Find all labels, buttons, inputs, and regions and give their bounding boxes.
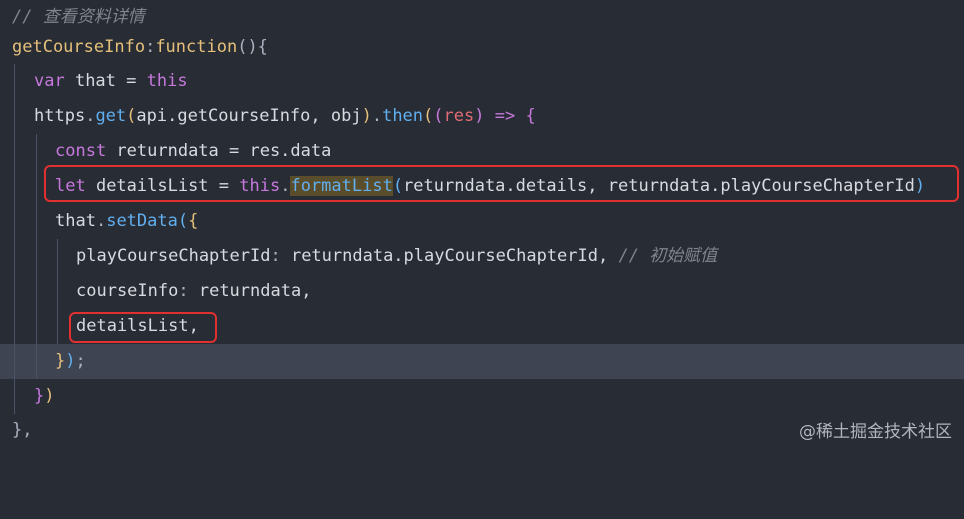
indent-guide (14, 379, 15, 414)
indent-guide (14, 344, 15, 379)
indent-guide (14, 309, 15, 344)
indent-guide (36, 309, 37, 344)
indent-guide (36, 344, 37, 379)
indent-guide (14, 64, 15, 99)
code-text: }, (12, 420, 33, 440)
code-line: getCourseInfo:function(){ (0, 30, 964, 65)
code-line: courseInfo: returndata, (0, 274, 964, 309)
indent-guide (57, 309, 58, 344)
indent-guide (36, 134, 37, 169)
code-text: that.setData({ (55, 211, 199, 231)
code-text: }); (55, 351, 86, 371)
indent-guide (14, 169, 15, 204)
watermark: @稀土掘金技术社区 (799, 422, 952, 442)
code-text: const returndata = res.data (55, 141, 332, 161)
code-text: }) (34, 386, 55, 406)
code-text: courseInfo: returndata, (76, 281, 312, 301)
indent-guide (57, 274, 58, 309)
indent-guide (14, 134, 15, 169)
indent-guide (14, 204, 15, 239)
code-line: const returndata = res.data (0, 134, 964, 169)
code-line: }) (0, 379, 964, 414)
code-text: getCourseInfo:function(){ (12, 37, 268, 57)
highlight-box-detailslist (69, 312, 217, 343)
indent-guide (14, 99, 15, 134)
code-line: https.get(api.getCourseInfo, obj).then((… (0, 99, 964, 134)
indent-guide (36, 204, 37, 239)
code-line: var that = this (0, 64, 964, 99)
code-editor[interactable]: // 查看资料详情 getCourseInfo:function(){ var … (0, 0, 964, 448)
indent-guide (36, 274, 37, 309)
indent-guide (57, 239, 58, 274)
code-text: var that = this (34, 71, 188, 91)
indent-guide (14, 239, 15, 274)
indent-guide (36, 169, 37, 204)
indent-guide (36, 239, 37, 274)
code-text: https.get(api.getCourseInfo, obj).then((… (34, 106, 536, 126)
highlight-box-formatlist (44, 165, 959, 202)
code-text: playCourseChapterId: returndata.playCour… (76, 246, 718, 266)
code-line: playCourseChapterId: returndata.playCour… (0, 239, 964, 274)
code-line-active: }); (0, 344, 964, 379)
indent-guide (14, 274, 15, 309)
code-line: that.setData({ (0, 204, 964, 239)
